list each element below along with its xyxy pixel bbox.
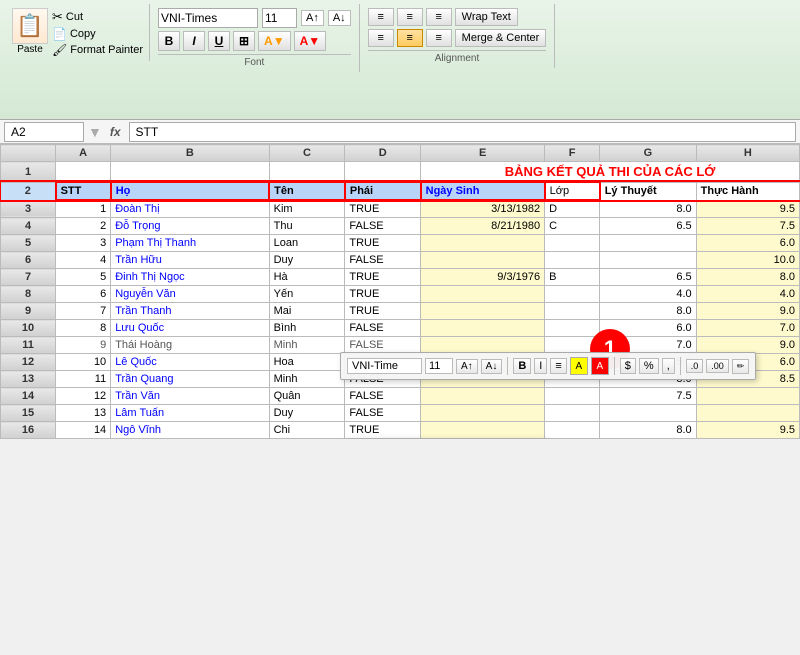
alignment-section-label: Alignment (368, 50, 547, 64)
table-row: 9 7 Trần Thanh Mai TRUE 8.0 9.0 (1, 303, 800, 320)
mini-bold-btn[interactable]: B (513, 358, 531, 374)
name-box[interactable] (4, 122, 84, 142)
formula-bar: ▼ fx (0, 120, 800, 144)
wrap-text-button[interactable]: Wrap Text (455, 8, 518, 26)
mini-grow-font[interactable]: A↑ (456, 359, 478, 374)
align-left-button[interactable]: ≡ (368, 29, 394, 47)
border-button[interactable]: ⊞ (233, 31, 255, 51)
font-color-button[interactable]: A▼ (294, 31, 327, 51)
col-header-f[interactable]: F (545, 145, 600, 162)
mini-number-dec-btn[interactable]: .0 (686, 359, 704, 373)
mini-font-color[interactable]: A (591, 357, 609, 375)
font-name-input[interactable] (158, 8, 258, 28)
table-row: 4 2 Đỗ Trọng Thu FALSE 8/21/1980 C 6.5 7… (1, 218, 800, 235)
mini-number-inc-btn[interactable]: .00 (706, 359, 729, 373)
fx-label: fx (106, 125, 125, 139)
table-row: 15 13 Lâm Tuấn Duy FALSE (1, 405, 800, 422)
mini-shrink-font[interactable]: A↓ (481, 359, 503, 374)
ribbon: 📋 Paste ✂ Cut 📄 Copy 🖌 Format Painter (0, 0, 800, 120)
table-row: 7 5 Đinh Thị Ngọc Hà TRUE 9/3/1976 B 6.5… (1, 269, 800, 286)
font-size-input[interactable] (262, 8, 297, 28)
spreadsheet-table: A B C D E F G H 1 BẢNG KẾT QUẢ THI CỦA C… (0, 144, 800, 439)
align-top-left-button[interactable]: ≡ (368, 8, 394, 26)
table-row: 8 6 Nguyễn Văn Yến TRUE 4.0 4.0 (1, 286, 800, 303)
align-bottom-right-button[interactable]: ≡ (426, 8, 452, 26)
shrink-font-button[interactable]: A↓ (328, 10, 351, 26)
mini-comma-btn[interactable]: , (662, 358, 675, 374)
underline-button[interactable]: U (208, 31, 230, 51)
cut-button[interactable]: ✂ Cut (52, 9, 143, 25)
col-header-c[interactable]: C (269, 145, 345, 162)
col-header-a[interactable]: A (56, 145, 111, 162)
font-section-label: Font (158, 54, 351, 68)
mini-align-btn[interactable]: ≡ (550, 358, 566, 374)
bold-button[interactable]: B (158, 31, 180, 51)
mini-italic-btn[interactable]: I (534, 358, 547, 374)
formula-separator: ▼ (88, 124, 102, 140)
col-header-g[interactable]: G (600, 145, 696, 162)
mini-size-input[interactable] (425, 358, 453, 374)
table-row: 14 12 Trần Văn Quân FALSE 7.5 (1, 388, 800, 405)
col-header-h[interactable]: H (696, 145, 799, 162)
mini-toolbar: A↑ A↓ B I ≡ A A $ % , .0 .00 ✏ (340, 352, 756, 380)
mini-dollar-btn[interactable]: $ (620, 358, 636, 374)
merge-center-button[interactable]: Merge & Center (455, 29, 547, 47)
align-right-button[interactable]: ≡ (426, 29, 452, 47)
mini-fill-color[interactable]: A (570, 357, 588, 375)
table-row: 11 9 Thái Hoàng Minh FALSE 7.0 9.0 (1, 337, 800, 354)
table-row: 10 8 Lưu Quốc Bình FALSE 6.0 7.0 (1, 320, 800, 337)
table-row: 1 BẢNG KẾT QUẢ THI CỦA CÁC LỚ (1, 162, 800, 183)
mini-percent-btn[interactable]: % (639, 358, 659, 374)
align-center-button[interactable]: ≡ (397, 8, 423, 26)
formula-input[interactable] (129, 122, 796, 142)
fill-color-button[interactable]: A▼ (258, 31, 291, 51)
spreadsheet-area: A B C D E F G H 1 BẢNG KẾT QUẢ THI CỦA C… (0, 144, 800, 439)
grow-font-button[interactable]: A↑ (301, 10, 324, 26)
mini-font-input[interactable] (347, 358, 422, 374)
table-row: 2 STT Họ Tên Phái Ngày Sinh Lớp Lý Thuyế… (1, 182, 800, 200)
table-row: 5 3 Phạm Thị Thanh Loan TRUE 6.0 (1, 235, 800, 252)
corner-header (1, 145, 56, 162)
format-painter-button[interactable]: 🖌 Format Painter (52, 43, 143, 57)
table-row: 16 14 Ngô Vĩnh Chi TRUE 8.0 9.5 (1, 422, 800, 439)
col-header-d[interactable]: D (345, 145, 421, 162)
align-mid-button[interactable]: ≡ (397, 29, 423, 47)
table-row: 6 4 Trần Hữu Duy FALSE 10.0 (1, 252, 800, 269)
col-header-e[interactable]: E (421, 145, 545, 162)
italic-button[interactable]: I (183, 31, 205, 51)
mini-extra-btn[interactable]: ✏ (732, 359, 750, 374)
table-row: 3 1 Đoàn Thị Kim TRUE 3/13/1982 D 8.0 9.… (1, 200, 800, 218)
paste-button[interactable]: 📋 Paste (12, 8, 48, 55)
copy-button[interactable]: 📄 Copy (52, 27, 143, 41)
col-header-b[interactable]: B (111, 145, 269, 162)
